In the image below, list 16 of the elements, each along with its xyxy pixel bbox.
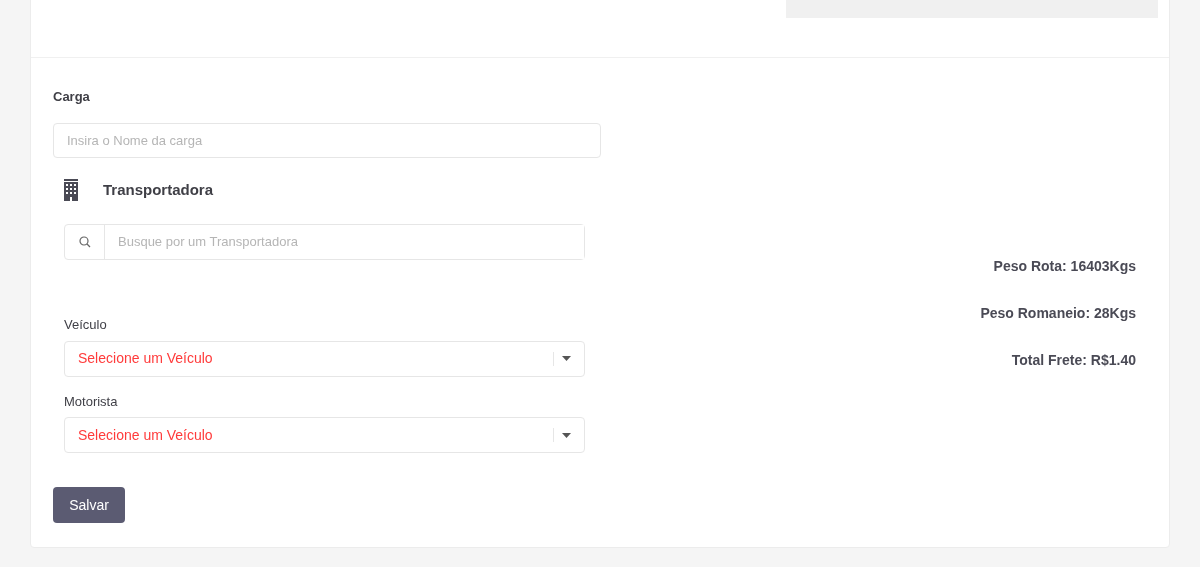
- field-label: Carga: [53, 88, 91, 106]
- caret-icon: [562, 356, 571, 361]
- summary-text: Peso Romaneio: 28Kgs: [980, 304, 1136, 323]
- input-field[interactable]: Insira o Nome da carga: [53, 122, 601, 158]
- select-dropdown[interactable]: Selecione um Veículo: [64, 417, 585, 453]
- save-button[interactable]: Salvar: [53, 487, 125, 523]
- caret-icon: [562, 432, 571, 438]
- select-dropdown[interactable]: Selecione um Veículo: [64, 340, 585, 377]
- field-label: Veículo: [64, 316, 108, 334]
- building-icon: [63, 178, 79, 201]
- field-label: Motorista: [64, 392, 119, 411]
- search-field[interactable]: Busque por um Transportadora: [64, 224, 585, 260]
- summary-text: Total Frete: R$1.40: [1011, 351, 1136, 370]
- section-title: Transportadora: [103, 179, 214, 200]
- summary-text: Peso Rota: 16403Kgs: [993, 257, 1136, 276]
- search-icon: [78, 236, 91, 248]
